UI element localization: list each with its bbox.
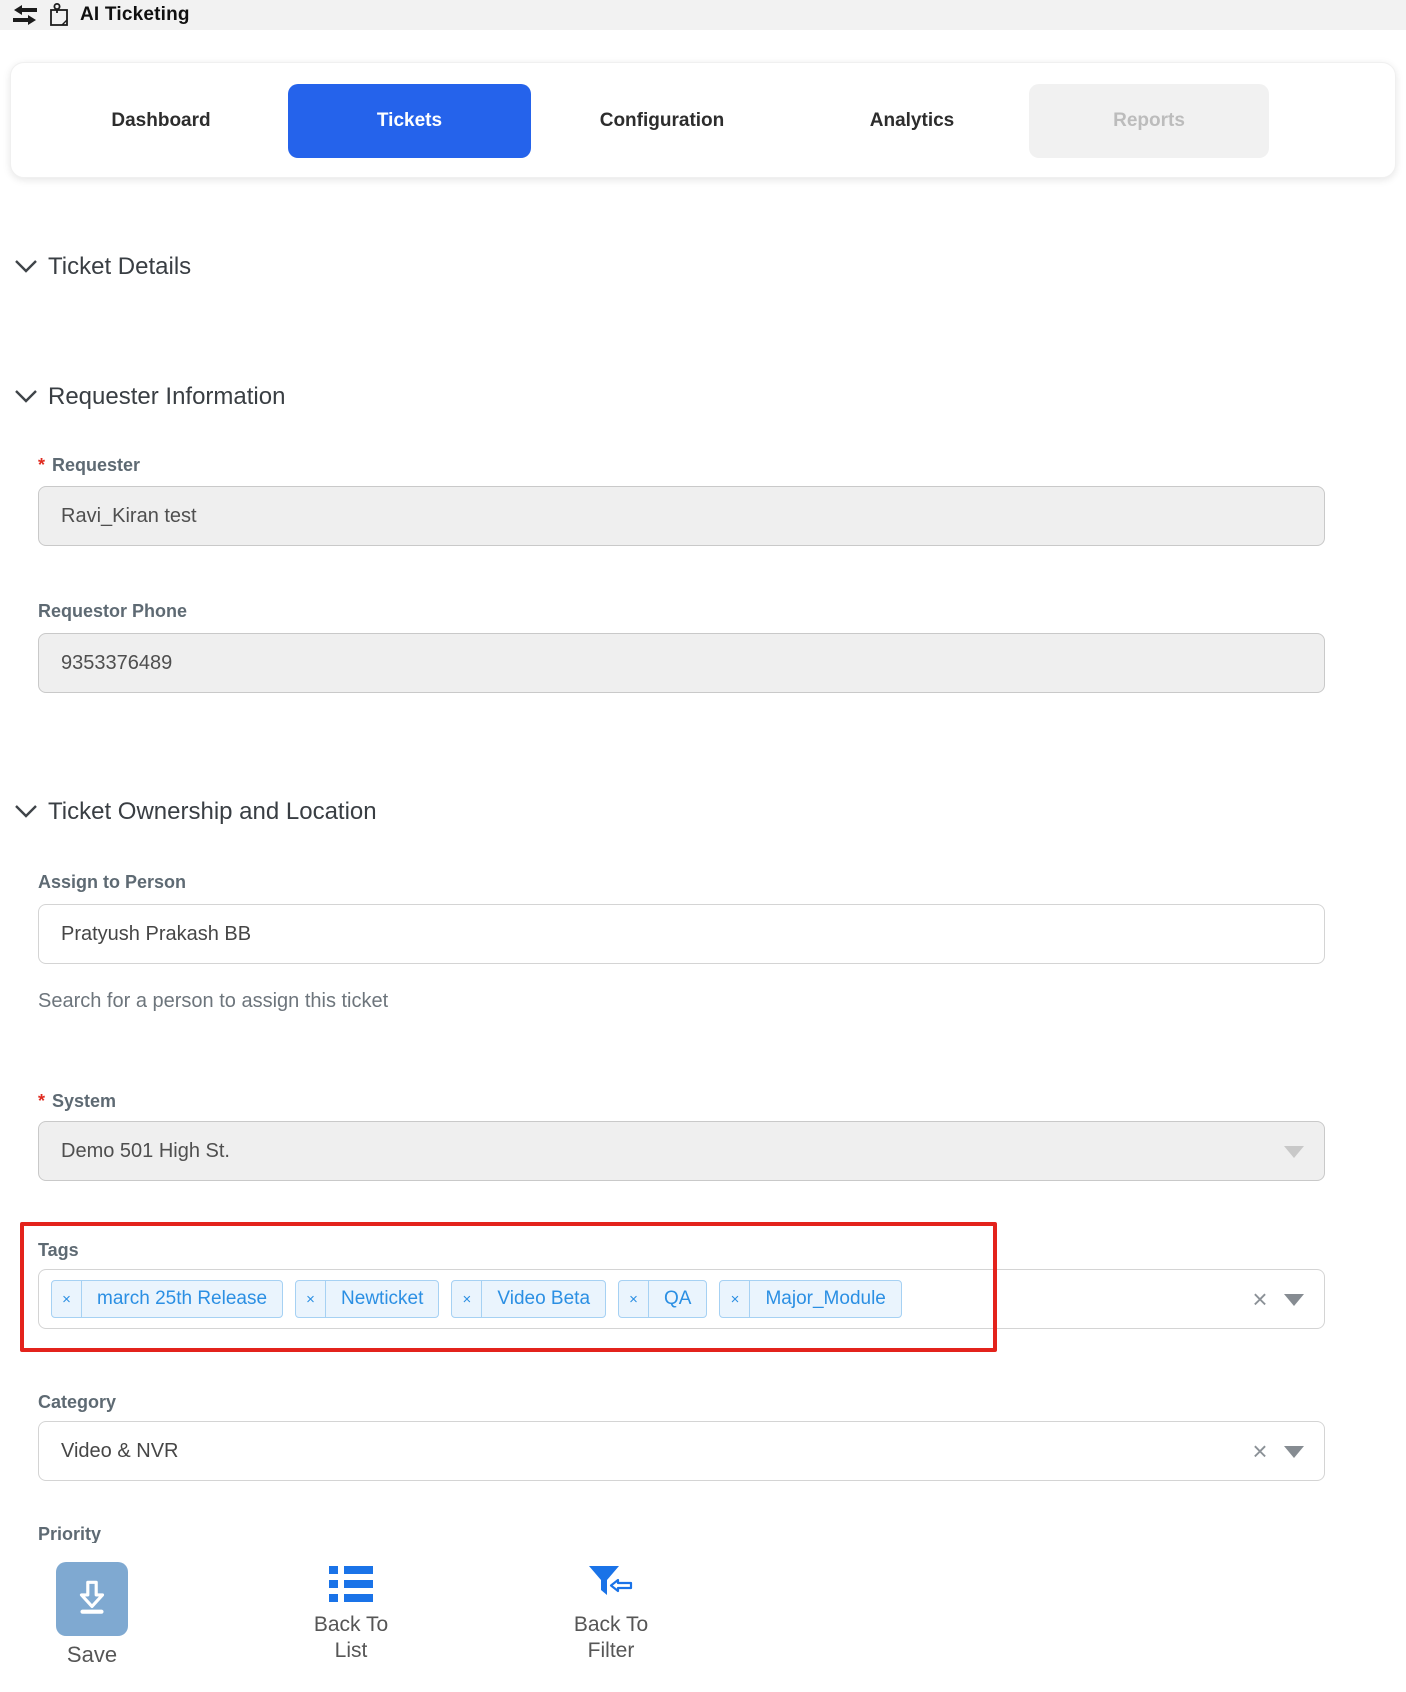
tag-chip-list: × march 25th Release × Newticket × Video…	[51, 1280, 902, 1318]
tag-chip-label: Major_Module	[765, 1288, 886, 1309]
save-button[interactable]	[56, 1562, 128, 1636]
requester-input[interactable]: Ravi_Kiran test	[38, 486, 1325, 546]
requestor-phone-value: 9353376489	[61, 651, 173, 674]
remove-tag-icon[interactable]: ×	[720, 1281, 751, 1317]
tag-chip-label: QA	[664, 1288, 692, 1309]
remove-tag-icon[interactable]: ×	[452, 1281, 483, 1317]
save-button-label: Save	[66, 1642, 118, 1667]
requester-label: * Requester	[38, 455, 141, 475]
category-label: Category	[38, 1392, 117, 1412]
chevron-down-icon	[14, 383, 38, 411]
assign-helper-text: Search for a person to assign this ticke…	[38, 990, 389, 1012]
tag-chip[interactable]: × QA	[618, 1280, 708, 1318]
save-download-icon	[71, 1576, 113, 1623]
back-to-filter-label: Back To Filter	[573, 1613, 649, 1662]
tab-tickets[interactable]: Tickets	[288, 84, 531, 158]
tab-configuration[interactable]: Configuration	[562, 63, 762, 179]
section-title: Ticket Ownership and Location	[48, 798, 377, 825]
assign-to-person-input[interactable]: Pratyush Prakash BB	[38, 904, 1325, 964]
tab-reports[interactable]: Reports	[1029, 84, 1269, 158]
assign-to-person-label: Assign to Person	[38, 872, 187, 892]
priority-label: Priority	[38, 1524, 102, 1544]
category-value: Video & NVR	[61, 1439, 179, 1462]
tag-chip[interactable]: × Video Beta	[451, 1280, 607, 1318]
required-asterisk: *	[38, 1091, 46, 1111]
system-value: Demo 501 High St.	[61, 1139, 230, 1162]
required-asterisk: *	[38, 455, 46, 475]
tag-chip-label: Video Beta	[497, 1288, 591, 1309]
tab-dashboard[interactable]: Dashboard	[71, 63, 251, 179]
section-ticket-details[interactable]: Ticket Details	[14, 253, 191, 281]
back-to-list-label: Back To List	[313, 1613, 389, 1662]
ticketing-page: AI Ticketing Dashboard Tickets Configura…	[0, 0, 1406, 1692]
system-label: * System	[38, 1091, 117, 1111]
app-title: AI Ticketing	[80, 4, 190, 25]
requestor-phone-label: Requestor Phone	[38, 601, 188, 621]
assign-to-person-value: Pratyush Prakash BB	[61, 922, 252, 945]
system-select[interactable]: Demo 501 High St.	[38, 1121, 1325, 1181]
section-requester-information[interactable]: Requester Information	[14, 383, 285, 411]
section-title: Requester Information	[48, 383, 286, 410]
top-bar: AI Ticketing	[0, 0, 1406, 30]
list-icon	[328, 1562, 374, 1606]
section-title: Ticket Details	[48, 253, 192, 280]
clear-icon[interactable]: ×	[1248, 1435, 1272, 1467]
tab-analytics[interactable]: Analytics	[822, 63, 1002, 179]
remove-tag-icon[interactable]: ×	[52, 1281, 82, 1317]
footer-toolbar: Save Back To List Back To Filter	[0, 1543, 1406, 1692]
tag-chip[interactable]: × march 25th Release	[51, 1280, 284, 1318]
tags-select[interactable]: × march 25th Release × Newticket × Video…	[38, 1269, 1325, 1329]
chevron-down-icon[interactable]	[1284, 1446, 1304, 1458]
tag-chip-label: Newticket	[341, 1288, 424, 1309]
filter-back-icon	[587, 1562, 635, 1606]
tag-chip-label: march 25th Release	[97, 1288, 268, 1309]
tags-label: Tags	[38, 1240, 79, 1260]
clear-all-icon[interactable]: ×	[1248, 1283, 1272, 1315]
chevron-down-icon	[14, 253, 38, 281]
tab-bar: Dashboard Tickets Configuration Analytic…	[10, 62, 1396, 178]
swap-arrows-icon[interactable]	[12, 4, 38, 26]
requester-value: Ravi_Kiran test	[61, 504, 197, 527]
chevron-down-icon	[1284, 1146, 1304, 1158]
site-plan-icon	[48, 3, 70, 27]
remove-tag-icon[interactable]: ×	[619, 1281, 650, 1317]
chevron-down-icon[interactable]	[1284, 1294, 1304, 1306]
requestor-phone-input[interactable]: 9353376489	[38, 633, 1325, 693]
remove-tag-icon[interactable]: ×	[296, 1281, 327, 1317]
section-ticket-ownership[interactable]: Ticket Ownership and Location	[14, 798, 377, 826]
back-to-list-button[interactable]: Back To List	[291, 1562, 411, 1664]
tag-chip[interactable]: × Major_Module	[719, 1280, 902, 1318]
chevron-down-icon	[14, 798, 38, 826]
category-select[interactable]: Video & NVR ×	[38, 1421, 1325, 1481]
tag-chip[interactable]: × Newticket	[295, 1280, 440, 1318]
back-to-filter-button[interactable]: Back To Filter	[551, 1562, 671, 1664]
